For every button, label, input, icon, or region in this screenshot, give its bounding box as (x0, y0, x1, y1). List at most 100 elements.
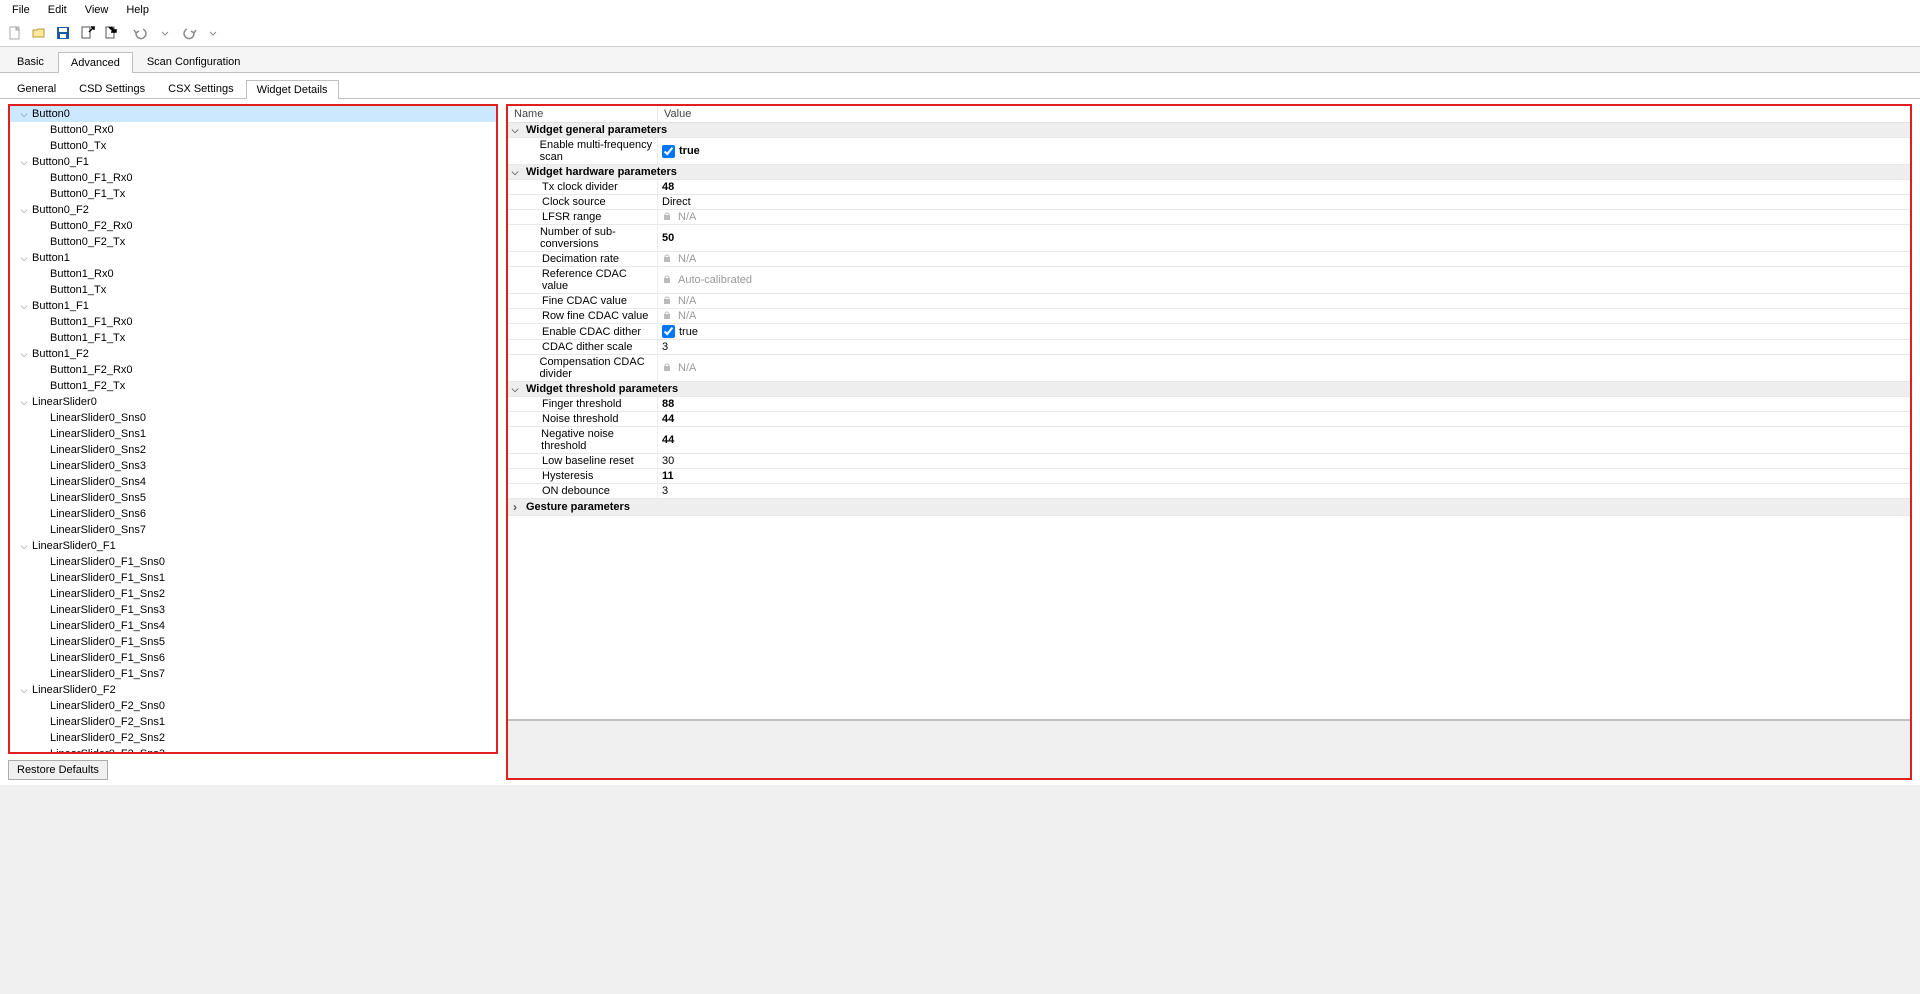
tree-item-label: LinearSlider0 (30, 396, 97, 408)
tree-item[interactable]: Button1_F1_Tx (10, 330, 496, 346)
subtab-general[interactable]: General (6, 79, 67, 98)
restore-defaults-button[interactable]: Restore Defaults (8, 760, 108, 780)
prop-sub-conversions[interactable]: Number of sub-conversions 50 (508, 225, 1910, 252)
chevron-down-icon[interactable] (18, 349, 30, 360)
prop-hysteresis[interactable]: Hysteresis 11 (508, 469, 1910, 484)
tree-item[interactable]: LinearSlider0_F1_Sns7 (10, 666, 496, 682)
tree-item[interactable]: Button0_F1 (10, 154, 496, 170)
prop-negative-noise-threshold[interactable]: Negative noise threshold 44 (508, 427, 1910, 454)
tree-item[interactable]: LinearSlider0_Sns0 (10, 410, 496, 426)
tab-basic[interactable]: Basic (4, 51, 57, 72)
prop-group-general[interactable]: Widget general parameters (508, 123, 1910, 138)
tree-item[interactable]: LinearSlider0_Sns3 (10, 458, 496, 474)
tree-item[interactable]: Button1_F1_Rx0 (10, 314, 496, 330)
tree-item[interactable]: LinearSlider0_F1_Sns2 (10, 586, 496, 602)
chevron-down-icon[interactable] (18, 205, 30, 216)
chevron-down-icon[interactable] (18, 397, 30, 408)
tree-item[interactable]: Button1_Tx (10, 282, 496, 298)
prop-cdac-dither-scale[interactable]: CDAC dither scale 3 (508, 340, 1910, 355)
subtab-csx-settings[interactable]: CSX Settings (157, 79, 244, 98)
tree-item[interactable]: Button0_F2_Tx (10, 234, 496, 250)
cdac-dither-checkbox[interactable] (662, 325, 675, 338)
property-panel: Name Value Widget general parameters Ena… (506, 104, 1912, 780)
widget-tree[interactable]: Button0Button0_Rx0Button0_TxButton0_F1Bu… (10, 106, 496, 752)
lock-icon (662, 274, 674, 286)
tree-item-label: LinearSlider0_F1_Sns3 (48, 604, 165, 616)
tree-item-label: LinearSlider0_Sns4 (48, 476, 146, 488)
open-file-icon[interactable] (28, 22, 50, 44)
save-icon[interactable] (52, 22, 74, 44)
tree-item[interactable]: Button1_F2 (10, 346, 496, 362)
chevron-down-icon[interactable] (18, 157, 30, 168)
prop-clock-source[interactable]: Clock source Direct (508, 195, 1910, 210)
tree-item[interactable]: Button0_F2 (10, 202, 496, 218)
prop-on-debounce[interactable]: ON debounce 3 (508, 484, 1910, 499)
prop-group-threshold[interactable]: Widget threshold parameters (508, 382, 1910, 397)
tree-item-label: Button1_F1_Tx (48, 332, 125, 344)
export-icon[interactable] (100, 22, 122, 44)
tree-item[interactable]: LinearSlider0_Sns7 (10, 522, 496, 538)
subtab-csd-settings[interactable]: CSD Settings (68, 79, 156, 98)
tree-item[interactable]: LinearSlider0_F1_Sns6 (10, 650, 496, 666)
prop-finger-threshold[interactable]: Finger threshold 88 (508, 397, 1910, 412)
menu-edit[interactable]: Edit (40, 2, 75, 18)
tree-item[interactable]: LinearSlider0_F2_Sns2 (10, 730, 496, 746)
tree-item[interactable]: LinearSlider0_Sns4 (10, 474, 496, 490)
tree-item[interactable]: LinearSlider0_Sns6 (10, 506, 496, 522)
tree-item[interactable]: Button1_F2_Rx0 (10, 362, 496, 378)
prop-noise-threshold[interactable]: Noise threshold 44 (508, 412, 1910, 427)
tree-item[interactable]: LinearSlider0_F1 (10, 538, 496, 554)
tab-scan-configuration[interactable]: Scan Configuration (134, 51, 254, 72)
prop-tx-clock-divider[interactable]: Tx clock divider 48 (508, 180, 1910, 195)
menu-view[interactable]: View (77, 2, 117, 18)
new-file-icon[interactable] (4, 22, 26, 44)
prop-group-gesture[interactable]: Gesture parameters (508, 499, 1910, 516)
redo-dropdown-icon[interactable] (202, 22, 224, 44)
tree-item[interactable]: LinearSlider0_F1_Sns5 (10, 634, 496, 650)
tree-item[interactable]: Button1_F2_Tx (10, 378, 496, 394)
chevron-down-icon[interactable] (18, 685, 30, 696)
tree-item[interactable]: LinearSlider0_F1_Sns0 (10, 554, 496, 570)
menu-help[interactable]: Help (118, 2, 157, 18)
tree-item[interactable]: Button0_F1_Rx0 (10, 170, 496, 186)
import-icon[interactable] (76, 22, 98, 44)
tree-item[interactable]: LinearSlider0_F1_Sns3 (10, 602, 496, 618)
tree-item[interactable]: LinearSlider0_F2_Sns3 (10, 746, 496, 752)
tree-item[interactable]: Button0_Tx (10, 138, 496, 154)
tree-item[interactable]: Button1_F1 (10, 298, 496, 314)
tree-item[interactable]: LinearSlider0_F2_Sns0 (10, 698, 496, 714)
undo-dropdown-icon[interactable] (154, 22, 176, 44)
property-grid[interactable]: Name Value Widget general parameters Ena… (508, 106, 1910, 720)
subtab-widget-details[interactable]: Widget Details (246, 80, 339, 99)
tree-item[interactable]: Button0_F2_Rx0 (10, 218, 496, 234)
prop-cdac-dither[interactable]: Enable CDAC dither true (508, 324, 1910, 340)
tree-item[interactable]: Button1_Rx0 (10, 266, 496, 282)
tab-advanced[interactable]: Advanced (58, 52, 133, 73)
tree-item[interactable]: LinearSlider0_Sns1 (10, 426, 496, 442)
chevron-down-icon[interactable] (18, 301, 30, 312)
tree-item[interactable]: LinearSlider0_Sns2 (10, 442, 496, 458)
tree-item[interactable]: Button0 (10, 106, 496, 122)
chevron-down-icon[interactable] (18, 109, 30, 120)
tree-item[interactable]: Button0_F1_Tx (10, 186, 496, 202)
redo-icon[interactable] (178, 22, 200, 44)
menu-file[interactable]: File (4, 2, 38, 18)
tree-item[interactable]: LinearSlider0 (10, 394, 496, 410)
tree-item[interactable]: LinearSlider0_F1_Sns4 (10, 618, 496, 634)
tree-item-label: Button1_F1_Rx0 (48, 316, 133, 328)
tree-item[interactable]: LinearSlider0_F2_Sns1 (10, 714, 496, 730)
prop-low-baseline-reset[interactable]: Low baseline reset 30 (508, 454, 1910, 469)
chevron-down-icon[interactable] (18, 253, 30, 264)
tree-item[interactable]: LinearSlider0_F1_Sns1 (10, 570, 496, 586)
undo-icon[interactable] (130, 22, 152, 44)
tree-item-label: Button0_F2_Tx (48, 236, 125, 248)
tree-item[interactable]: LinearSlider0_Sns5 (10, 490, 496, 506)
tree-item[interactable]: Button1 (10, 250, 496, 266)
tree-item-label: LinearSlider0_F1_Sns4 (48, 620, 165, 632)
prop-enable-multi-frequency[interactable]: Enable multi-frequency scan true (508, 138, 1910, 165)
prop-group-hardware[interactable]: Widget hardware parameters (508, 165, 1910, 180)
tree-item[interactable]: Button0_Rx0 (10, 122, 496, 138)
multi-freq-checkbox[interactable] (662, 145, 675, 158)
tree-item[interactable]: LinearSlider0_F2 (10, 682, 496, 698)
chevron-down-icon[interactable] (18, 541, 30, 552)
